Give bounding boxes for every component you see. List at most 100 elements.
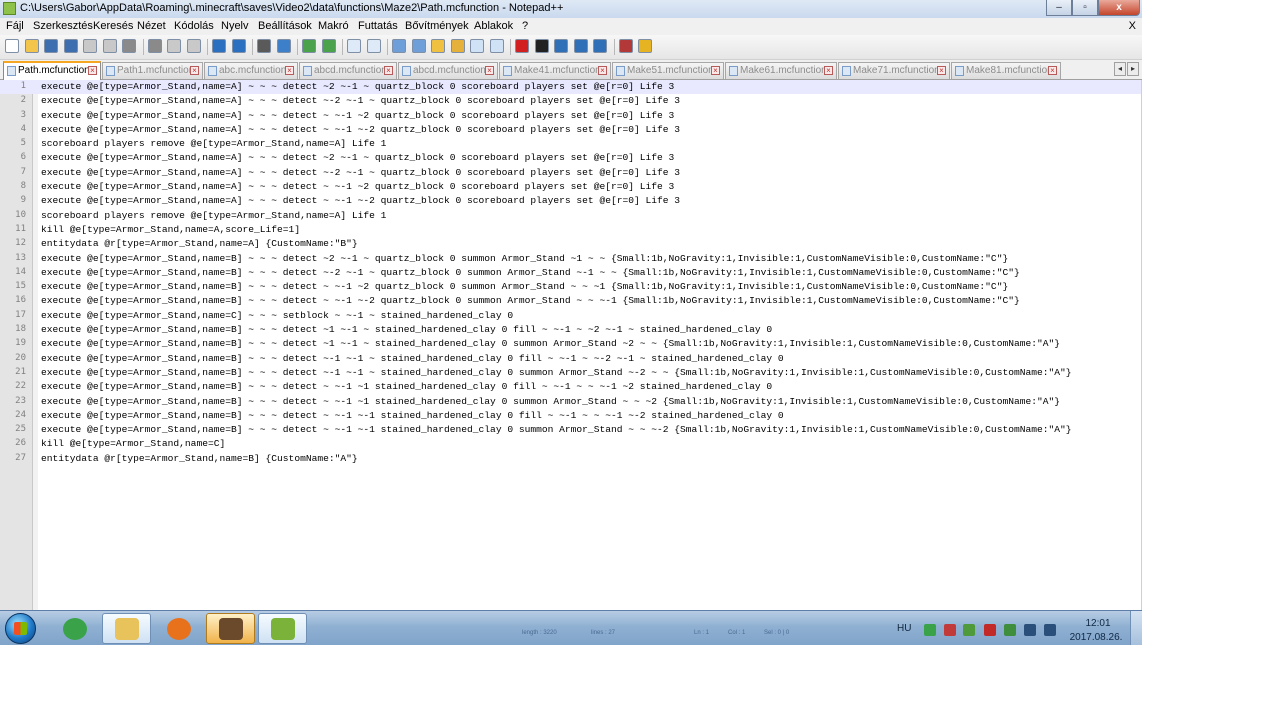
code-line[interactable]: 6 execute @e[type=Armor_Stand,name=A] ~ ~… <box>0 151 1142 165</box>
replace-icon[interactable] <box>276 39 291 53</box>
taskbar-app-minecraft[interactable] <box>206 613 255 644</box>
line-text[interactable]: execute @e[type=Armor_Stand,name=A] ~ ~ … <box>41 124 680 135</box>
start-button[interactable] <box>5 613 36 644</box>
show-desktop-button[interactable] <box>1130 611 1142 645</box>
language-indicator[interactable]: HU <box>897 623 911 634</box>
code-line[interactable]: 27 entitydata @r[type=Armor_Stand,name=B]… <box>0 452 1142 466</box>
code-line[interactable]: 5 scoreboard players remove @e[type=Armor… <box>0 137 1142 151</box>
play-macro-icon[interactable] <box>554 39 568 53</box>
save-all-icon[interactable] <box>63 39 78 53</box>
record-macro-icon[interactable] <box>515 39 529 53</box>
taskbar-app-explorer[interactable] <box>102 613 151 644</box>
tab[interactable]: abcd.mcfunction × <box>299 62 397 79</box>
code-line[interactable]: 25 execute @e[type=Armor_Stand,name=B] ~ … <box>0 423 1142 437</box>
zoom-out-icon[interactable] <box>321 39 336 53</box>
menu-macro[interactable]: Makró <box>318 20 349 32</box>
volume-tray-icon[interactable] <box>1044 624 1056 636</box>
taskbar-app-notepad++[interactable] <box>258 613 307 644</box>
code-line[interactable]: 10 scoreboard players remove @e[type=Armo… <box>0 209 1142 223</box>
change-dictionary-icon[interactable] <box>638 39 652 53</box>
code-line[interactable]: 24 execute @e[type=Armor_Stand,name=B] ~ … <box>0 409 1142 423</box>
tab[interactable]: abcd.mcfunction × <box>398 62 498 79</box>
tab-close-icon[interactable]: × <box>1048 66 1057 75</box>
line-text[interactable]: execute @e[type=Armor_Stand,name=B] ~ ~ … <box>41 367 1072 378</box>
code-line[interactable]: 19 execute @e[type=Armor_Stand,name=B] ~ … <box>0 337 1142 351</box>
line-text[interactable]: scoreboard players remove @e[type=Armor_… <box>41 210 386 221</box>
menu-search[interactable]: Keresés <box>93 20 133 32</box>
minimize-button[interactable]: – <box>1046 0 1072 16</box>
tab-scroll-right-button[interactable]: ▸ <box>1127 62 1139 76</box>
undo-icon[interactable] <box>212 39 226 53</box>
new-file-icon[interactable] <box>5 39 19 53</box>
code-line[interactable]: 26 kill @e[type=Armor_Stand,name=C] <box>0 437 1142 451</box>
close-button[interactable]: x <box>1098 0 1140 16</box>
code-line[interactable]: 11 kill @e[type=Armor_Stand,name=A,score_… <box>0 223 1142 237</box>
line-text[interactable]: execute @e[type=Armor_Stand,name=B] ~ ~ … <box>41 338 1060 349</box>
line-text[interactable]: kill @e[type=Armor_Stand,name=C] <box>41 438 225 449</box>
tab[interactable]: Make51.mcfunction × <box>612 62 724 79</box>
line-text[interactable]: execute @e[type=Armor_Stand,name=A] ~ ~ … <box>41 110 674 121</box>
menu-file[interactable]: Fájl <box>6 20 24 32</box>
code-line[interactable]: 23 execute @e[type=Armor_Stand,name=B] ~ … <box>0 395 1142 409</box>
line-text[interactable]: execute @e[type=Armor_Stand,name=A] ~ ~ … <box>41 95 680 106</box>
line-text[interactable]: execute @e[type=Armor_Stand,name=B] ~ ~ … <box>41 253 1008 264</box>
line-text[interactable]: execute @e[type=Armor_Stand,name=A] ~ ~ … <box>41 167 680 178</box>
code-line[interactable]: 2 execute @e[type=Armor_Stand,name=A] ~ ~… <box>0 94 1142 108</box>
tab-active[interactable]: Path.mcfunction × <box>3 61 101 80</box>
function-list-icon[interactable] <box>470 39 484 53</box>
close-document-x[interactable]: X <box>1129 20 1136 32</box>
print-icon[interactable] <box>122 39 136 53</box>
line-text[interactable]: execute @e[type=Armor_Stand,name=B] ~ ~ … <box>41 424 1072 435</box>
code-line[interactable]: 7 execute @e[type=Armor_Stand,name=A] ~ ~… <box>0 166 1142 180</box>
folder-workspace-icon[interactable] <box>489 39 504 53</box>
line-text[interactable]: execute @e[type=Armor_Stand,name=B] ~ ~ … <box>41 267 1020 278</box>
tab[interactable]: abc.mcfunction × <box>204 62 298 79</box>
network-tray-icon[interactable] <box>1024 624 1036 636</box>
menu-view[interactable]: Nézet <box>137 20 166 32</box>
find-icon[interactable] <box>257 39 271 53</box>
line-text[interactable]: execute @e[type=Armor_Stand,name=B] ~ ~ … <box>41 281 1008 292</box>
stop-record-icon[interactable] <box>534 39 549 53</box>
doc-map-icon[interactable] <box>450 39 465 53</box>
code-area[interactable]: 1 execute @e[type=Armor_Stand,name=A] ~ ~… <box>0 80 1142 466</box>
code-line[interactable]: 18 execute @e[type=Armor_Stand,name=B] ~ … <box>0 323 1142 337</box>
tab[interactable]: Make71.mcfunction × <box>838 62 950 79</box>
line-text[interactable]: entitydata @r[type=Armor_Stand,name=A] {… <box>41 238 358 249</box>
editor[interactable]: 1 execute @e[type=Armor_Stand,name=A] ~ ~… <box>0 80 1142 610</box>
tab-close-icon[interactable]: × <box>598 66 607 75</box>
sync-vertical-icon[interactable] <box>347 39 361 53</box>
tab-close-icon[interactable]: × <box>711 66 720 75</box>
line-text[interactable]: scoreboard players remove @e[type=Armor_… <box>41 138 386 149</box>
menu-settings[interactable]: Beállítások <box>258 20 312 32</box>
code-line[interactable]: 3 execute @e[type=Armor_Stand,name=A] ~ ~… <box>0 109 1142 123</box>
open-file-icon[interactable] <box>24 39 39 53</box>
sync-tray-icon[interactable] <box>963 624 975 636</box>
line-text[interactable]: execute @e[type=Armor_Stand,name=B] ~ ~ … <box>41 410 784 421</box>
save-macro-icon[interactable] <box>593 39 607 53</box>
show-all-chars-icon[interactable] <box>411 39 426 53</box>
tab-scroll-left-button[interactable]: ◂ <box>1114 62 1126 76</box>
menu-plugins[interactable]: Bővítmények <box>405 20 469 32</box>
code-line[interactable]: 12 entitydata @r[type=Armor_Stand,name=A]… <box>0 237 1142 251</box>
code-line[interactable]: 4 execute @e[type=Armor_Stand,name=A] ~ ~… <box>0 123 1142 137</box>
code-line[interactable]: 17 execute @e[type=Armor_Stand,name=C] ~ … <box>0 309 1142 323</box>
security-tray-icon[interactable] <box>984 624 996 636</box>
clock-time[interactable]: 12:01 <box>1078 618 1118 629</box>
line-text[interactable]: execute @e[type=Armor_Stand,name=B] ~ ~ … <box>41 353 784 364</box>
code-line[interactable]: 15 execute @e[type=Armor_Stand,name=B] ~ … <box>0 280 1142 294</box>
line-text[interactable]: execute @e[type=Armor_Stand,name=C] ~ ~ … <box>41 310 513 321</box>
tab-close-icon[interactable]: × <box>190 66 199 75</box>
tab-close-icon[interactable]: × <box>384 66 393 75</box>
code-line[interactable]: 9 execute @e[type=Armor_Stand,name=A] ~ ~… <box>0 194 1142 208</box>
save-icon[interactable] <box>44 39 58 53</box>
indent-guide-icon[interactable] <box>431 39 445 53</box>
tab[interactable]: Make41.mcfunction × <box>499 62 611 79</box>
close-icon[interactable] <box>83 39 97 53</box>
notepadpp-app-icon[interactable] <box>3 2 16 15</box>
code-line[interactable]: 16 execute @e[type=Armor_Stand,name=B] ~ … <box>0 294 1142 308</box>
tab[interactable]: Make81.mcfunction × <box>951 62 1061 79</box>
menu-help[interactable]: ? <box>522 20 528 32</box>
code-line[interactable]: 21 execute @e[type=Armor_Stand,name=B] ~ … <box>0 366 1142 380</box>
tab-close-icon[interactable]: × <box>937 66 946 75</box>
tab[interactable]: Make61.mcfunction × <box>725 62 837 79</box>
